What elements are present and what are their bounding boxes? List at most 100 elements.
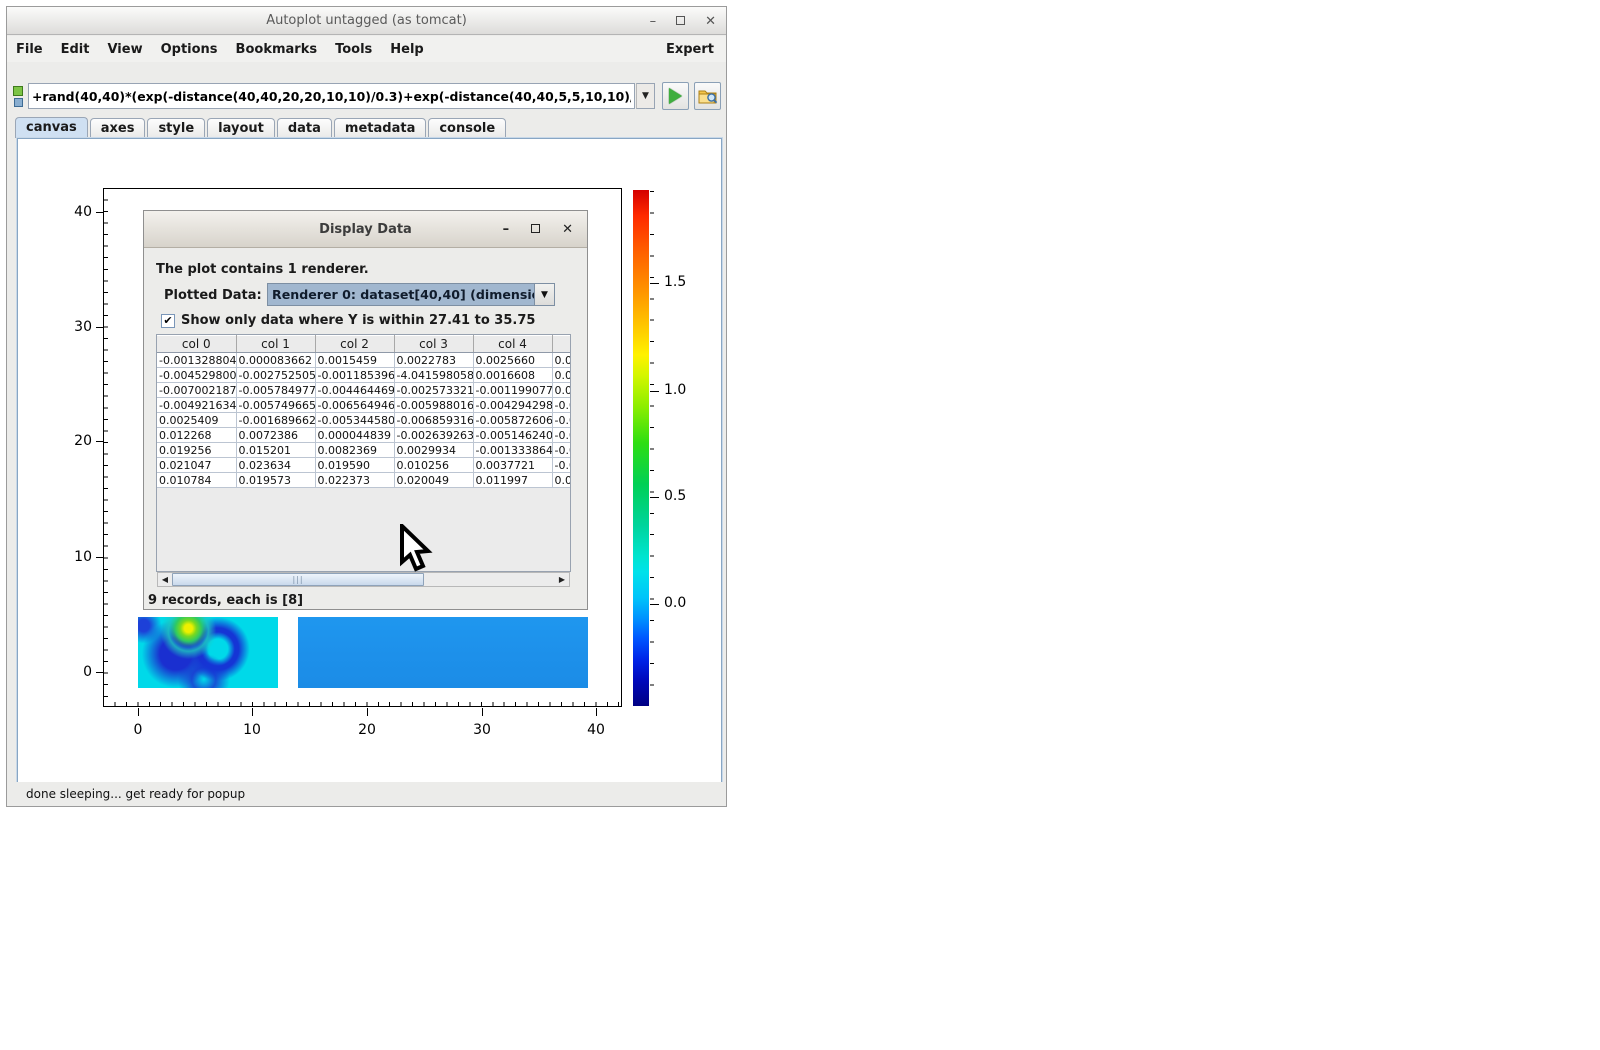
tab-data[interactable]: data — [277, 118, 332, 138]
browse-button[interactable] — [694, 82, 721, 110]
dialog-titlebar[interactable]: Display Data – ✕ — [144, 211, 587, 248]
table-cell[interactable]: 0.019256 — [157, 443, 236, 458]
table-cell[interactable]: -0.001328804... — [157, 353, 236, 368]
table-cell[interactable]: -0.0 — [552, 443, 571, 458]
table-cell[interactable]: -0.001185396... — [315, 368, 394, 383]
table-cell[interactable]: -0.0 — [552, 458, 571, 473]
table-column-header[interactable]: col 3 — [394, 336, 473, 353]
table-cell[interactable]: -0.0 — [552, 398, 571, 413]
table-cell[interactable]: -0.007002187... — [157, 383, 236, 398]
dialog-close-icon[interactable]: ✕ — [562, 223, 573, 236]
table-cell[interactable]: 0.0025409 — [157, 413, 236, 428]
table-column-header[interactable]: col 1 — [236, 336, 315, 353]
tab-metadata[interactable]: metadata — [334, 118, 426, 138]
menu-expert[interactable]: Expert — [654, 42, 726, 57]
chevron-down-icon[interactable]: ▼ — [534, 284, 554, 305]
table-cell[interactable]: 0.00 — [552, 473, 571, 488]
scrollbar-thumb[interactable]: ||| — [172, 573, 424, 586]
table-cell[interactable]: 0.019590 — [315, 458, 394, 473]
table-cell[interactable]: -0.004294298... — [473, 398, 552, 413]
data-table-viewport[interactable]: col 0col 1col 2col 3col 4 -0.001328804..… — [156, 334, 571, 572]
plotted-data-combobox[interactable]: Renderer 0: dataset[40,40] (dimension...… — [267, 283, 555, 306]
table-cell[interactable]: 0.022373 — [315, 473, 394, 488]
table-cell[interactable]: -0.005749665... — [236, 398, 315, 413]
table-cell[interactable]: 0.015201 — [236, 443, 315, 458]
table-column-header[interactable] — [552, 336, 571, 353]
table-cell[interactable]: -0.004529800... — [157, 368, 236, 383]
table-column-header[interactable]: col 2 — [315, 336, 394, 353]
horizontal-scrollbar[interactable]: ◀ ||| ▶ — [157, 572, 570, 587]
table-cell[interactable]: 0.023634 — [236, 458, 315, 473]
table-cell[interactable]: -0.001333864... — [473, 443, 552, 458]
table-cell[interactable]: 0.0037721 — [473, 458, 552, 473]
uri-input[interactable] — [28, 83, 635, 109]
table-cell[interactable]: 0.0015459 — [315, 353, 394, 368]
menu-file[interactable]: File — [7, 42, 52, 57]
menu-bar: File Edit View Options Bookmarks Tools H… — [7, 36, 726, 62]
close-icon[interactable]: ✕ — [705, 15, 716, 28]
scroll-left-icon[interactable]: ◀ — [158, 573, 172, 586]
table-cell[interactable]: 0.012268 — [157, 428, 236, 443]
table-cell[interactable]: -0.001689662... — [236, 413, 315, 428]
table-cell[interactable]: 0.020049 — [394, 473, 473, 488]
table-cell[interactable]: -0.002752505... — [236, 368, 315, 383]
table-cell[interactable]: -0.005146240... — [473, 428, 552, 443]
tab-axes[interactable]: axes — [90, 118, 146, 138]
tab-style[interactable]: style — [147, 118, 205, 138]
table-cell[interactable]: 0.00 — [552, 383, 571, 398]
table-cell[interactable]: -0.005872606... — [473, 413, 552, 428]
minimize-icon[interactable]: – — [650, 15, 657, 28]
menu-help[interactable]: Help — [381, 42, 432, 57]
x-tick — [138, 708, 139, 716]
table-cell[interactable]: 0.000044839 — [315, 428, 394, 443]
table-cell[interactable]: -0.004464469... — [315, 383, 394, 398]
table-cell[interactable]: 0.0082369 — [315, 443, 394, 458]
scrollbar-track[interactable]: ||| — [172, 573, 555, 586]
table-cell[interactable]: -4.041598058... — [394, 368, 473, 383]
table-cell[interactable]: -0.004921634... — [157, 398, 236, 413]
menu-tools[interactable]: Tools — [326, 42, 381, 57]
table-cell[interactable]: -0.005344580... — [315, 413, 394, 428]
menu-options[interactable]: Options — [152, 42, 227, 57]
table-cell[interactable]: 0.0029934 — [394, 443, 473, 458]
table-cell[interactable]: 0.0072386 — [236, 428, 315, 443]
dialog-minimize-icon[interactable]: – — [503, 223, 510, 236]
uri-dropdown-icon[interactable]: ▼ — [636, 83, 655, 109]
table-cell[interactable]: 0.000083662 — [236, 353, 315, 368]
table-cell[interactable]: 0.021047 — [157, 458, 236, 473]
table-cell[interactable]: -0.002573321... — [394, 383, 473, 398]
table-row: 0.0025409-0.001689662...-0.005344580...-… — [157, 413, 571, 428]
scroll-right-icon[interactable]: ▶ — [555, 573, 569, 586]
plotted-data-label: Plotted Data: — [164, 288, 262, 303]
table-cell[interactable]: 0.0016608 — [473, 368, 552, 383]
table-cell[interactable]: 0.010784 — [157, 473, 236, 488]
menu-view[interactable]: View — [98, 42, 151, 57]
table-cell[interactable]: -0.005988016... — [394, 398, 473, 413]
table-cell[interactable]: -0.0 — [552, 428, 571, 443]
tab-console[interactable]: console — [428, 118, 506, 138]
tab-layout[interactable]: layout — [207, 118, 275, 138]
table-column-header[interactable]: col 4 — [473, 336, 552, 353]
menu-edit[interactable]: Edit — [52, 42, 99, 57]
table-cell[interactable]: 0.011997 — [473, 473, 552, 488]
tab-canvas[interactable]: canvas — [15, 117, 88, 138]
menu-bookmarks[interactable]: Bookmarks — [227, 42, 327, 57]
table-cell[interactable]: -0.006564946... — [315, 398, 394, 413]
table-cell[interactable]: 0.0025660 — [473, 353, 552, 368]
table-cell[interactable]: -0.001199077... — [473, 383, 552, 398]
dialog-maximize-icon[interactable] — [531, 223, 540, 236]
filter-checkbox[interactable]: ✔ — [161, 314, 175, 328]
go-button[interactable] — [662, 82, 689, 110]
maximize-icon[interactable] — [676, 15, 685, 28]
table-cell[interactable]: 0.00 — [552, 368, 571, 383]
window-titlebar[interactable]: Autoplot untagged (as tomcat) – ✕ — [7, 7, 726, 35]
table-cell[interactable]: 0.0022783 — [394, 353, 473, 368]
table-cell[interactable]: -0.005784977... — [236, 383, 315, 398]
table-cell[interactable]: 0.00 — [552, 353, 571, 368]
table-cell[interactable]: -0.002639263... — [394, 428, 473, 443]
table-cell[interactable]: 0.019573 — [236, 473, 315, 488]
table-cell[interactable]: -0.006859316... — [394, 413, 473, 428]
table-column-header[interactable]: col 0 — [157, 336, 236, 353]
table-cell[interactable]: -0.0 — [552, 413, 571, 428]
table-cell[interactable]: 0.010256 — [394, 458, 473, 473]
